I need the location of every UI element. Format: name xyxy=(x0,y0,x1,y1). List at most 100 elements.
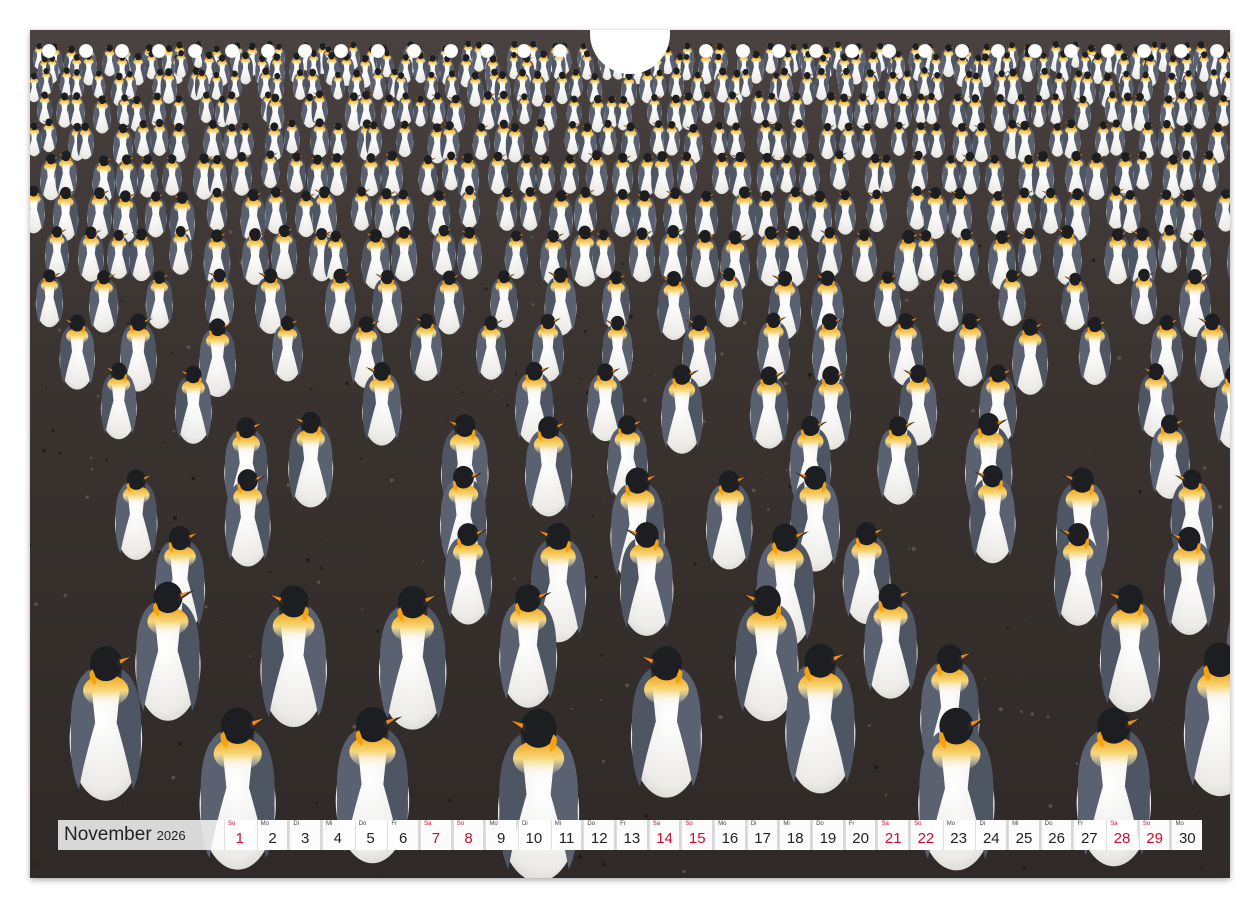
month-year: 2026 xyxy=(156,827,186,843)
binding-hole xyxy=(224,44,239,58)
day-cell: Sa 14 xyxy=(648,820,680,850)
binding-hole xyxy=(845,44,859,58)
day-cell: Sa 21 xyxy=(877,820,909,850)
day-number: 23 xyxy=(950,830,967,847)
day-weekday: Di xyxy=(522,821,528,827)
day-number: 30 xyxy=(1178,830,1196,847)
day-weekday: Fr xyxy=(848,821,855,827)
day-cell: Mo 2 xyxy=(256,820,288,850)
day-weekday: Mi xyxy=(783,821,790,827)
binding-hole xyxy=(1100,44,1115,58)
day-cell: Sa 7 xyxy=(420,820,451,850)
binding-hole xyxy=(881,44,896,58)
binding-hole xyxy=(42,44,56,58)
day-cell: Mi 25 xyxy=(1008,820,1039,850)
day-number: 28 xyxy=(1113,830,1131,847)
day-cell: Di 24 xyxy=(975,820,1007,850)
day-number: 20 xyxy=(852,830,869,847)
day-cell: Mi 11 xyxy=(550,820,582,850)
day-cell: Fr 27 xyxy=(1073,820,1105,850)
day-cell: Fr 13 xyxy=(616,820,647,850)
day-cell: Do 5 xyxy=(354,820,386,850)
day-weekday: Sa xyxy=(881,821,889,827)
day-weekday: Fr xyxy=(620,821,626,827)
binding-hole xyxy=(735,44,750,58)
day-weekday: Do xyxy=(358,821,367,827)
day-cell: Mi 4 xyxy=(322,820,353,850)
day-number: 9 xyxy=(497,830,506,847)
binding-hole xyxy=(443,44,458,58)
day-weekday: So xyxy=(1142,821,1151,827)
day-number: 15 xyxy=(688,830,706,847)
day-weekday: Mo xyxy=(1175,821,1184,827)
day-weekday: Mo xyxy=(260,821,270,827)
day-cell: Fr 20 xyxy=(844,820,876,850)
binding-hole xyxy=(407,44,421,58)
day-number: 12 xyxy=(590,830,608,847)
binding-hole xyxy=(261,44,275,58)
binding-hole xyxy=(954,44,969,58)
day-cell: Di 3 xyxy=(289,820,321,850)
day-cell: Di 17 xyxy=(746,820,778,850)
day-weekday: Mo xyxy=(718,821,727,827)
binding-hole xyxy=(370,44,385,58)
day-number: 1 xyxy=(235,830,244,847)
binding-hole xyxy=(297,44,312,58)
binding-hole xyxy=(918,44,932,58)
day-number: 27 xyxy=(1080,830,1098,847)
binding-hole xyxy=(553,44,567,58)
day-weekday: Sa xyxy=(1110,821,1118,827)
day-cell: So 1 xyxy=(224,820,255,850)
binding-hole xyxy=(151,44,166,58)
binding-hole xyxy=(772,44,786,58)
binding-hole xyxy=(699,44,713,58)
day-number: 22 xyxy=(917,830,935,847)
day-weekday: Sa xyxy=(424,821,432,827)
day-number: 21 xyxy=(884,830,902,847)
binding-hole xyxy=(78,44,93,58)
day-cell: So 22 xyxy=(910,820,941,850)
day-weekday: Di xyxy=(293,821,300,827)
calendar-strip: November 2026 So 1 Mo 2 Di 3 Mi 4 Do 5 Fr 6 Sa 7 So 8 Mo… xyxy=(58,820,1203,850)
day-weekday: Fr xyxy=(1077,821,1084,827)
month-name: November xyxy=(64,824,152,845)
day-cell: Mi 18 xyxy=(779,820,811,850)
day-cell: So 29 xyxy=(1138,820,1170,850)
day-cell: Mo 16 xyxy=(714,820,745,850)
day-number: 25 xyxy=(1015,830,1033,847)
day-number: 18 xyxy=(786,830,804,847)
day-cell: Mo 30 xyxy=(1171,820,1203,850)
day-weekday: So xyxy=(456,821,465,827)
binding-hole xyxy=(1210,44,1224,58)
day-cell: Di 10 xyxy=(518,820,549,850)
binding-hole xyxy=(1027,44,1042,58)
day-number: 14 xyxy=(656,830,673,847)
day-cell: So 8 xyxy=(452,820,484,850)
day-number: 10 xyxy=(525,830,543,847)
day-number: 29 xyxy=(1146,830,1163,847)
day-number: 16 xyxy=(721,830,739,847)
binding-hole xyxy=(115,44,129,58)
binding-hole xyxy=(480,44,494,58)
binding-hole xyxy=(1173,44,1188,58)
day-weekday: So xyxy=(914,821,922,827)
day-cell: Mo 23 xyxy=(942,820,974,850)
day-cell: Do 19 xyxy=(812,820,843,850)
day-number: 3 xyxy=(301,830,310,847)
day-weekday: Do xyxy=(587,821,596,827)
day-number: 7 xyxy=(431,830,441,847)
day-number: 26 xyxy=(1048,830,1065,847)
day-number: 4 xyxy=(333,830,343,847)
day-weekday: Di xyxy=(750,821,757,827)
day-cell: Mo 9 xyxy=(485,820,517,850)
day-cell: Do 26 xyxy=(1040,820,1072,850)
day-number: 5 xyxy=(366,830,375,847)
day-weekday: Do xyxy=(1044,821,1053,827)
day-weekday: Mo xyxy=(489,821,498,827)
day-number: 19 xyxy=(819,830,837,847)
day-weekday: So xyxy=(685,821,693,827)
binding-hole xyxy=(334,44,348,58)
month-label: November 2026 xyxy=(58,820,222,850)
day-number: 8 xyxy=(464,830,473,847)
day-number: 6 xyxy=(399,830,408,847)
